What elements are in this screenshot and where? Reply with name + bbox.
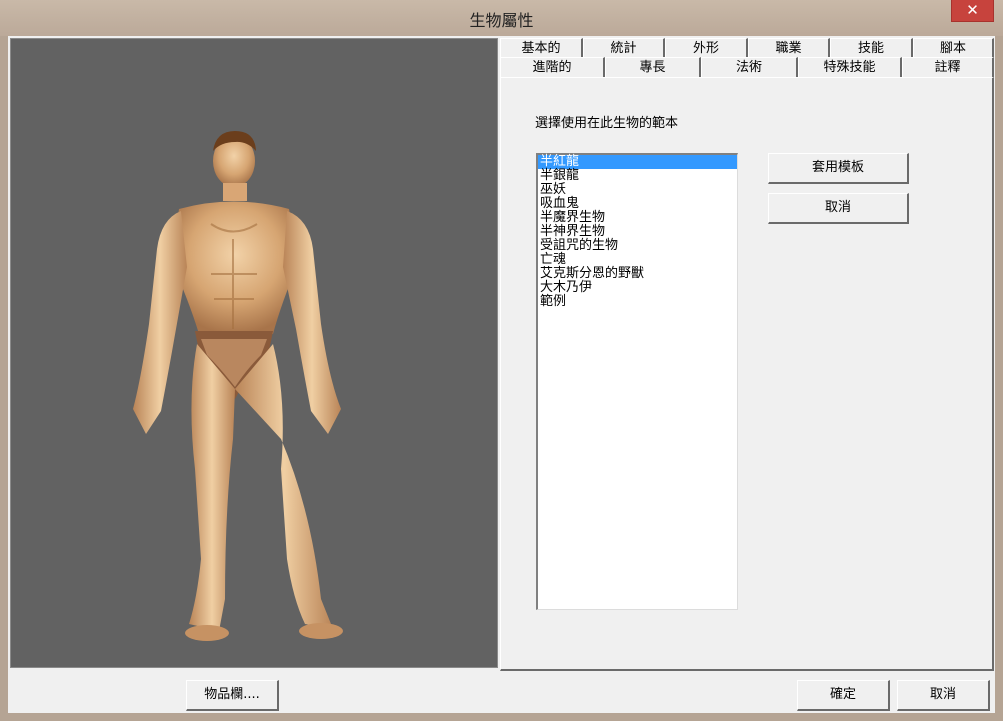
- tab-scripts[interactable]: 腳本: [913, 38, 994, 58]
- window-title: 生物屬性: [469, 11, 534, 30]
- creature-properties-window: 生物屬性 ✕ 基本的 統計 外形 職業 技能 腳本 進階的 專長 法術 特殊技能…: [0, 0, 1003, 721]
- template-list-item[interactable]: 巫妖: [538, 183, 737, 197]
- template-list-item[interactable]: 半紅龍: [538, 155, 737, 169]
- title-bar[interactable]: 生物屬性 ✕: [0, 0, 1003, 36]
- tab-basic[interactable]: 基本的: [500, 38, 583, 58]
- property-tabs: 基本的 統計 外形 職業 技能 腳本 進階的 專長 法術 特殊技能 註釋 選擇使…: [500, 36, 995, 672]
- ok-button[interactable]: 確定: [797, 680, 890, 711]
- template-list-item[interactable]: 亡魂: [538, 253, 737, 267]
- cancel-button[interactable]: 取消: [897, 680, 990, 711]
- tab-skills[interactable]: 技能: [830, 38, 913, 58]
- tab-comments[interactable]: 註釋: [902, 57, 994, 77]
- tab-row-front: 進階的 專長 法術 特殊技能 註釋: [500, 57, 995, 77]
- apply-template-button[interactable]: 套用模板: [768, 153, 909, 184]
- template-list-item[interactable]: 範例: [538, 295, 737, 309]
- template-list-item[interactable]: 半神界生物: [538, 225, 737, 239]
- tab-classes[interactable]: 職業: [748, 38, 830, 58]
- template-list-item[interactable]: 受詛咒的生物: [538, 239, 737, 253]
- tab-feats[interactable]: 專長: [605, 57, 701, 77]
- template-listbox[interactable]: 半紅龍 半銀龍 巫妖 吸血鬼 半魔界生物 半神界生物 受詛咒的生物 亡魂 艾克斯分恩的野獸 大木乃…: [536, 153, 738, 610]
- template-list-item[interactable]: 半銀龍: [538, 169, 737, 183]
- tab-spells[interactable]: 法術: [701, 57, 798, 77]
- advanced-tab-page: 選擇使用在此生物的範本 半紅龍 半銀龍 巫妖 吸血鬼 半魔界生物 半神界生物 受詛咒的生物亡…: [500, 77, 994, 671]
- inventory-button[interactable]: 物品欄....: [186, 680, 279, 711]
- template-prompt-label: 選擇使用在此生物的範本: [535, 116, 679, 131]
- template-list-item[interactable]: 半魔界生物: [538, 211, 737, 225]
- tab-row-back: 基本的 統計 外形 職業 技能 腳本: [500, 38, 995, 58]
- close-button[interactable]: ✕: [951, 0, 994, 22]
- template-list-item[interactable]: 艾克斯分恩的野獸: [538, 267, 737, 281]
- template-cancel-button[interactable]: 取消: [768, 193, 909, 224]
- creature-model-preview[interactable]: [10, 38, 498, 668]
- creature-model-image: [133, 131, 343, 641]
- tab-appearance[interactable]: 外形: [665, 38, 748, 58]
- template-list-item[interactable]: 大木乃伊: [538, 281, 737, 295]
- dialog-body: 基本的 統計 外形 職業 技能 腳本 進階的 專長 法術 特殊技能 註釋 選擇使…: [8, 36, 995, 713]
- tab-stats[interactable]: 統計: [583, 38, 665, 58]
- tab-special-abilities[interactable]: 特殊技能: [798, 57, 902, 77]
- template-list-item[interactable]: 吸血鬼: [538, 197, 737, 211]
- tab-advanced[interactable]: 進階的: [500, 57, 605, 77]
